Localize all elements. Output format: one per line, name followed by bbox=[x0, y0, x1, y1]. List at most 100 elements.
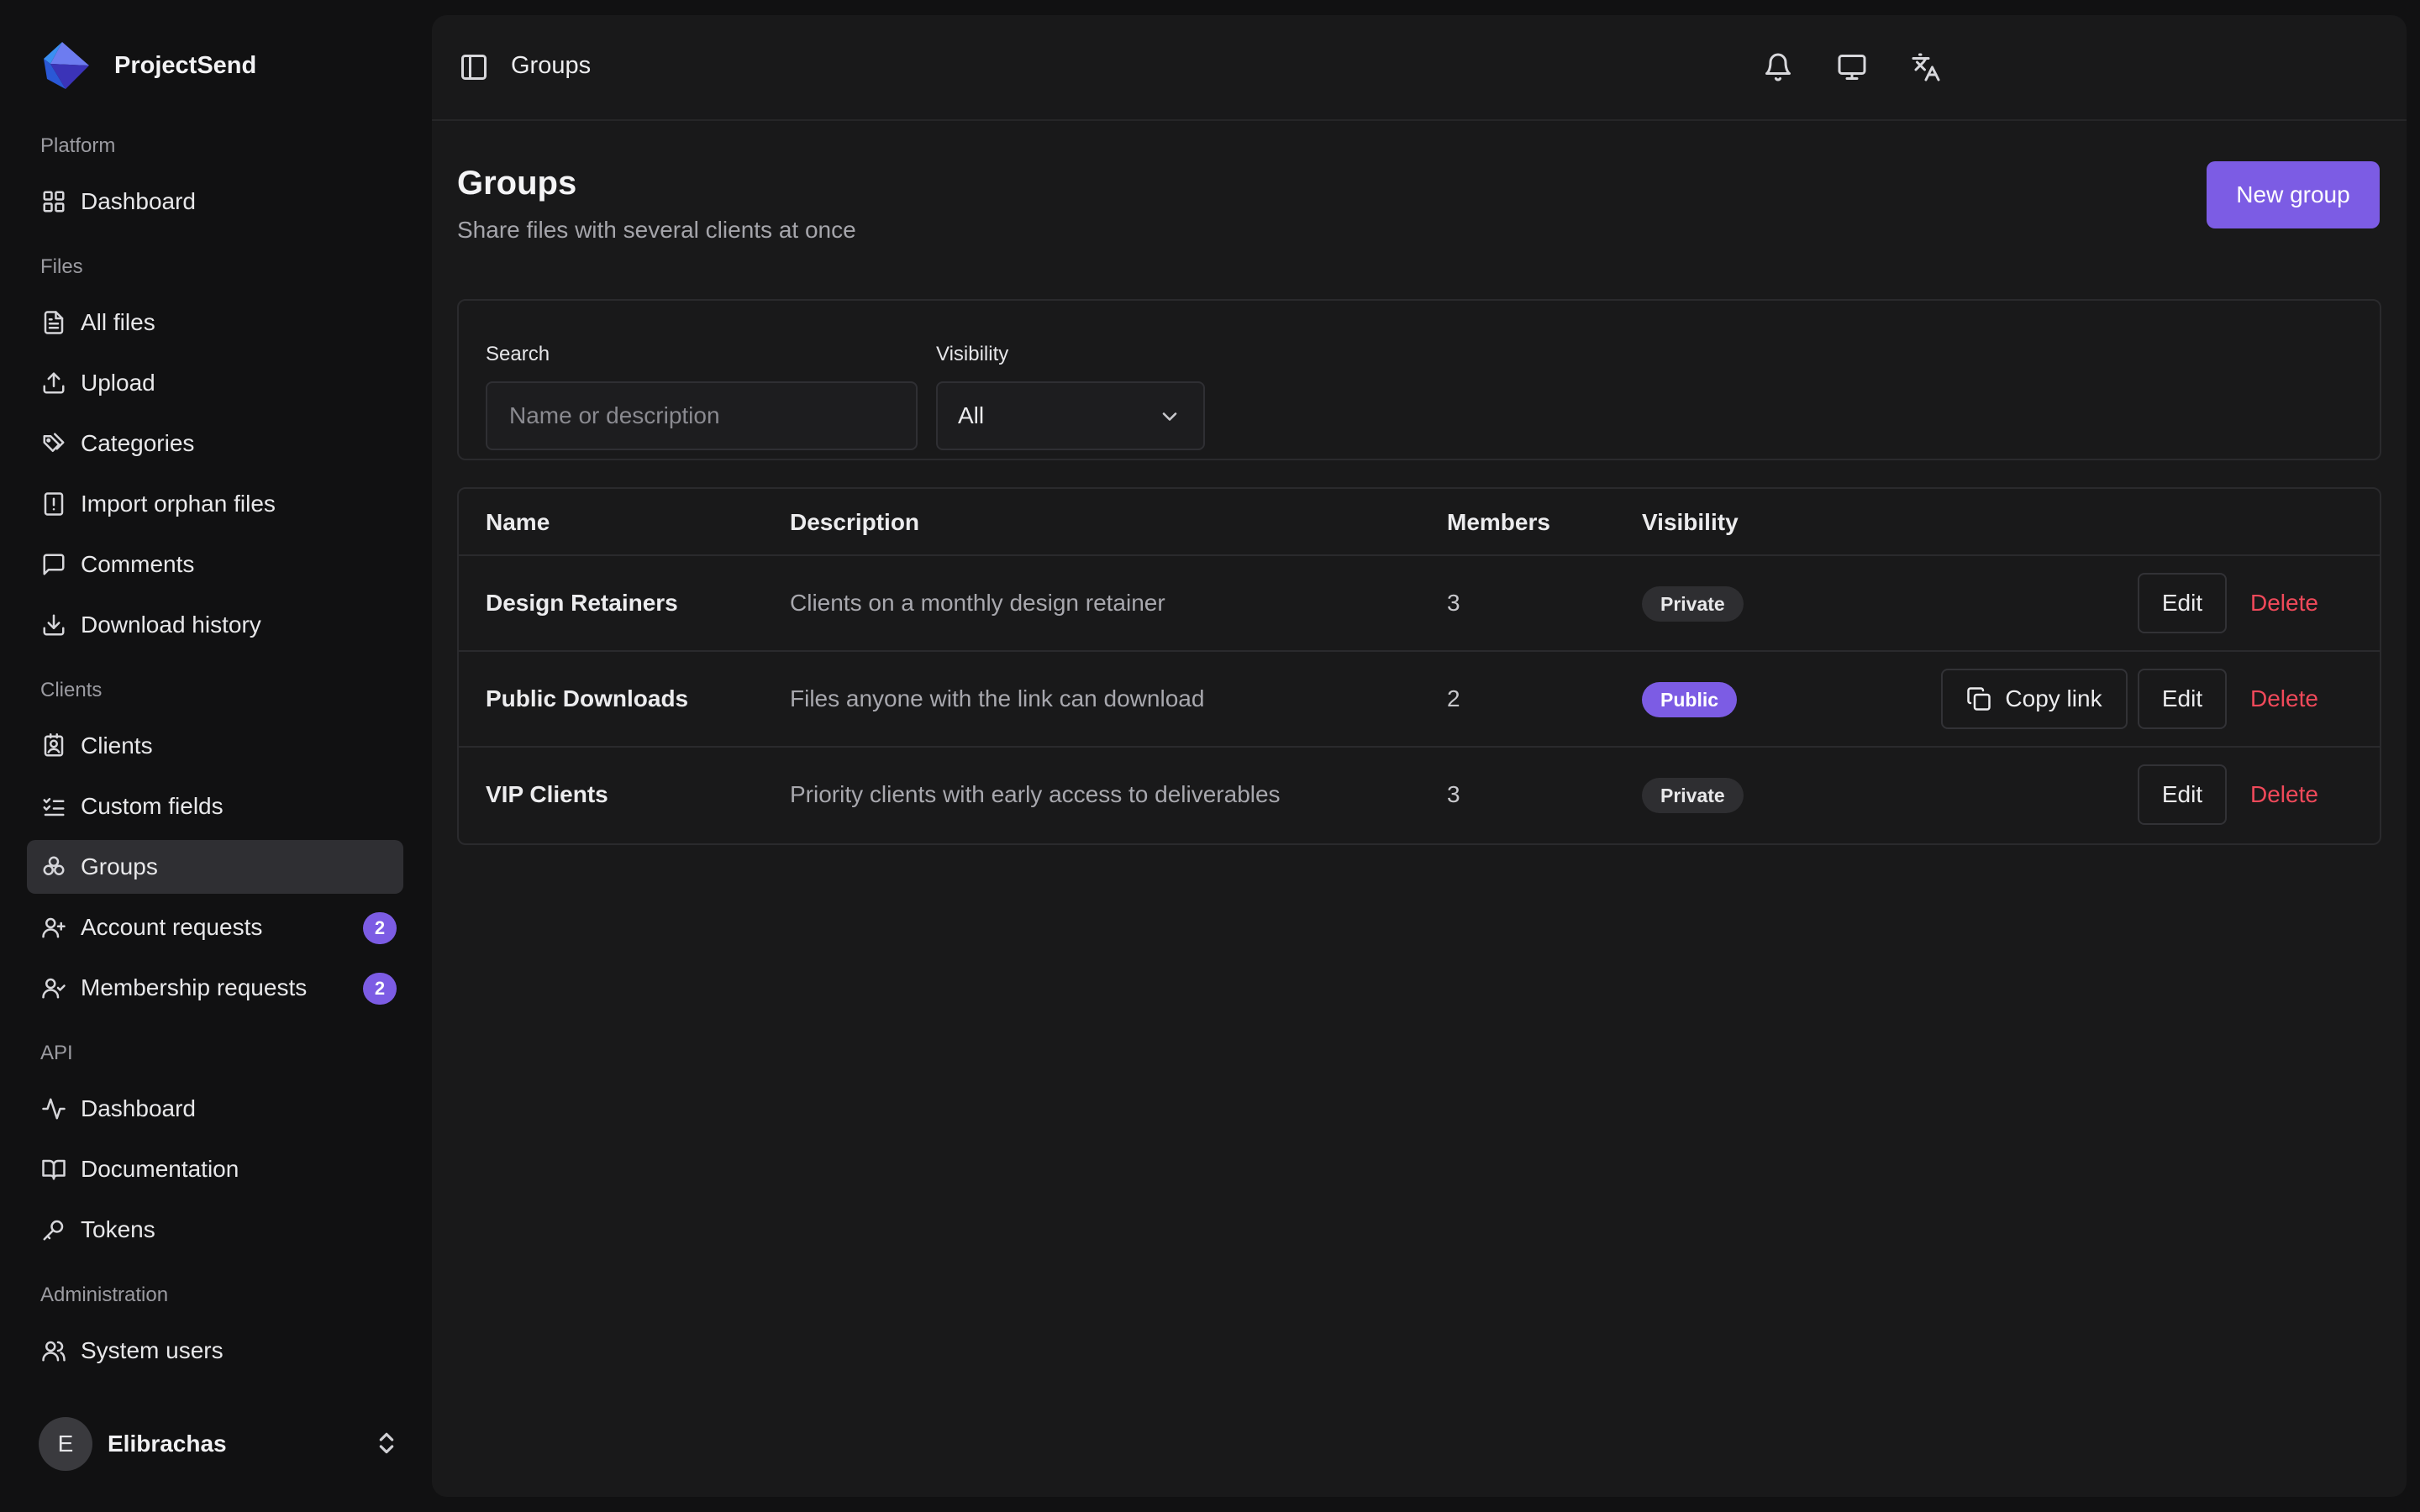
users-icon bbox=[40, 1337, 67, 1364]
sidebar-item-system-users[interactable]: System users bbox=[27, 1324, 403, 1378]
filter-card: Search Visibility All bbox=[457, 299, 2381, 460]
breadcrumb: Groups bbox=[511, 52, 592, 79]
group-description: Files anyone with the link can download bbox=[790, 685, 1205, 711]
sidebar-item-label: Account requests bbox=[81, 914, 263, 940]
contact-icon bbox=[40, 732, 67, 759]
sidebar-item-label: Comments bbox=[81, 551, 195, 577]
table-row: Public Downloads Files anyone with the l… bbox=[459, 652, 2380, 748]
activity-icon bbox=[40, 1095, 67, 1122]
app-window: ProjectSend Platform Dashboard Files All… bbox=[0, 0, 2420, 1512]
file-icon bbox=[40, 309, 67, 336]
sidebar-item-comments[interactable]: Comments bbox=[27, 538, 403, 591]
top-bar: Groups bbox=[432, 15, 2407, 121]
new-group-button[interactable]: New group bbox=[2207, 161, 2380, 228]
visibility-badge: Public bbox=[1642, 682, 1738, 717]
delete-button[interactable]: Delete bbox=[2250, 781, 2318, 808]
section-label-administration: Administration bbox=[40, 1284, 169, 1306]
count-badge: 2 bbox=[363, 912, 397, 944]
book-icon bbox=[40, 1156, 67, 1183]
table-header: Name Description Members Visibility bbox=[459, 489, 2380, 556]
group-name[interactable]: Design Retainers bbox=[486, 590, 678, 617]
edit-button[interactable]: Edit bbox=[2138, 764, 2227, 825]
sidebar-item-api-dashboard[interactable]: Dashboard bbox=[27, 1082, 403, 1136]
sidebar-item-upload[interactable]: Upload bbox=[27, 356, 403, 410]
list-check-icon bbox=[40, 793, 67, 820]
sidebar-item-documentation[interactable]: Documentation bbox=[27, 1142, 403, 1196]
user-menu[interactable]: E Elibrachas bbox=[39, 1416, 400, 1472]
sidebar-item-label: Clients bbox=[81, 732, 153, 759]
delete-button[interactable]: Delete bbox=[2250, 590, 2318, 617]
sidebar-item-all-files[interactable]: All files bbox=[27, 296, 403, 349]
copy-link-button[interactable]: Copy link bbox=[1941, 669, 2128, 729]
sidebar-item-categories[interactable]: Categories bbox=[27, 417, 403, 470]
brand[interactable]: ProjectSend bbox=[42, 40, 256, 91]
avatar: E bbox=[39, 1417, 92, 1471]
sidebar-item-label: System users bbox=[81, 1337, 224, 1363]
chevrons-up-down-icon bbox=[373, 1430, 400, 1457]
sidebar-item-account-requests[interactable]: Account requests 2 bbox=[27, 900, 403, 954]
sidebar-item-label: Documentation bbox=[81, 1156, 239, 1182]
bell-icon[interactable] bbox=[1763, 52, 1793, 82]
groups-table: Name Description Members Visibility Desi… bbox=[457, 487, 2381, 845]
comment-icon bbox=[40, 551, 67, 578]
sidebar-item-label: All files bbox=[81, 309, 155, 335]
projectsend-logo-icon bbox=[44, 42, 89, 89]
column-header-members[interactable]: Members bbox=[1447, 509, 1550, 536]
sidebar-item-label: Membership requests bbox=[81, 974, 308, 1000]
groups-icon bbox=[40, 853, 67, 880]
group-members-count: 3 bbox=[1447, 781, 1460, 807]
column-header-name[interactable]: Name bbox=[486, 509, 550, 536]
visibility-label: Visibility bbox=[936, 343, 1009, 365]
download-icon bbox=[40, 612, 67, 638]
table-row: VIP Clients Priority clients with early … bbox=[459, 748, 2380, 843]
sidebar-item-membership-requests[interactable]: Membership requests 2 bbox=[27, 961, 403, 1015]
group-members-count: 2 bbox=[1447, 685, 1460, 711]
sidebar-item-label: Groups bbox=[81, 853, 158, 879]
section-label-platform: Platform bbox=[40, 134, 116, 157]
sidebar-item-label: Dashboard bbox=[81, 188, 196, 214]
sidebar-item-label: Download history bbox=[81, 612, 261, 638]
section-label-api: API bbox=[40, 1042, 73, 1064]
delete-button[interactable]: Delete bbox=[2250, 685, 2318, 712]
group-name[interactable]: Public Downloads bbox=[486, 685, 688, 712]
translate-icon[interactable] bbox=[1911, 52, 1941, 82]
edit-button[interactable]: Edit bbox=[2138, 573, 2227, 633]
count-badge: 2 bbox=[363, 973, 397, 1005]
user-name: Elibrachas bbox=[108, 1431, 227, 1457]
group-name[interactable]: VIP Clients bbox=[486, 781, 608, 808]
sidebar-item-clients[interactable]: Clients bbox=[27, 719, 403, 773]
sidebar-item-dashboard[interactable]: Dashboard bbox=[27, 175, 403, 228]
sidebar-item-label: Tokens bbox=[81, 1216, 155, 1242]
sidebar-toggle-icon[interactable] bbox=[459, 52, 489, 82]
sidebar-item-label: Upload bbox=[81, 370, 155, 396]
sidebar-item-tokens[interactable]: Tokens bbox=[27, 1203, 403, 1257]
tags-icon bbox=[40, 430, 67, 457]
sidebar-item-label: Import orphan files bbox=[81, 491, 276, 517]
sidebar-item-import-orphan-files[interactable]: Import orphan files bbox=[27, 477, 403, 531]
user-plus-icon bbox=[40, 914, 67, 941]
visibility-badge: Private bbox=[1642, 778, 1744, 813]
sidebar-item-label: Dashboard bbox=[81, 1095, 196, 1121]
dashboard-icon bbox=[40, 188, 67, 215]
copy-icon bbox=[1966, 686, 1991, 711]
sidebar-item-download-history[interactable]: Download history bbox=[27, 598, 403, 652]
sidebar-item-label: Custom fields bbox=[81, 793, 224, 819]
monitor-icon[interactable] bbox=[1837, 52, 1867, 82]
sidebar-item-groups[interactable]: Groups bbox=[27, 840, 403, 894]
sidebar: ProjectSend Platform Dashboard Files All… bbox=[0, 0, 430, 1512]
table-row: Design Retainers Clients on a monthly de… bbox=[459, 556, 2380, 652]
search-label: Search bbox=[486, 343, 550, 365]
page-subtitle: Share files with several clients at once bbox=[457, 217, 856, 243]
visibility-select-value: All bbox=[958, 402, 985, 428]
column-header-visibility[interactable]: Visibility bbox=[1642, 509, 1739, 536]
main-panel: Groups Groups Share files with several c… bbox=[432, 15, 2407, 1497]
group-members-count: 3 bbox=[1447, 590, 1460, 616]
column-header-description[interactable]: Description bbox=[790, 509, 919, 536]
brand-name: ProjectSend bbox=[114, 51, 257, 79]
search-input[interactable] bbox=[486, 381, 918, 450]
edit-button[interactable]: Edit bbox=[2138, 669, 2227, 729]
sidebar-item-custom-fields[interactable]: Custom fields bbox=[27, 780, 403, 833]
visibility-select[interactable]: All bbox=[936, 381, 1205, 450]
copy-link-label: Copy link bbox=[2005, 685, 2102, 711]
sidebar-item-label: Categories bbox=[81, 430, 195, 456]
